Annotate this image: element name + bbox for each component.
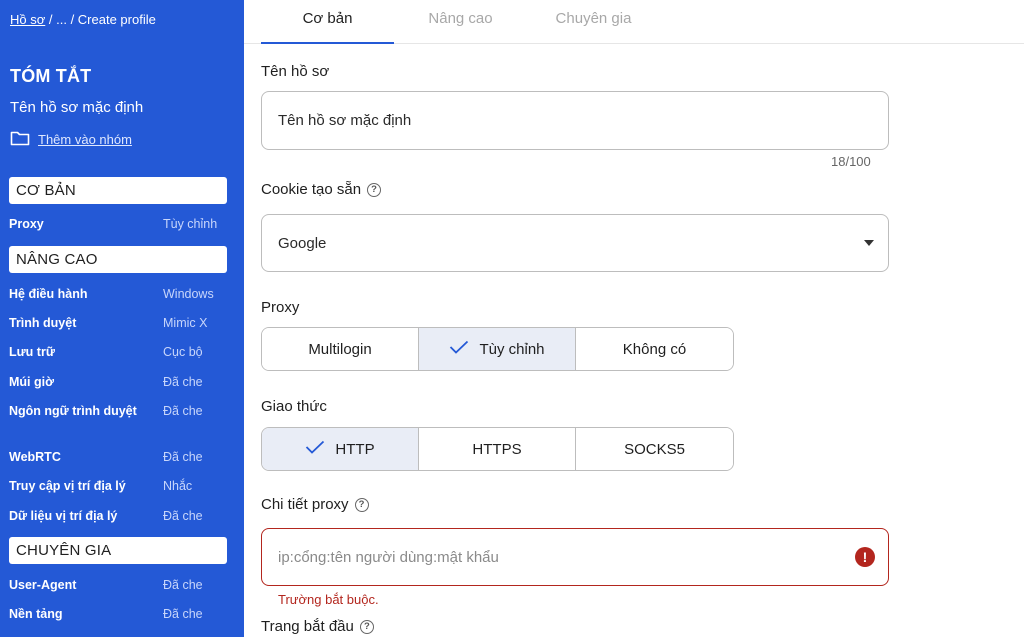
summary-profile-name: Tên hồ sơ mặc định (10, 99, 144, 116)
cookie-selected-value: Google (278, 234, 327, 252)
add-to-group-label: Thêm vào nhóm (38, 132, 132, 147)
error-circle-icon: ! (855, 547, 875, 567)
summary-key: Nền tảng (9, 607, 63, 621)
summary-value: Đã che (163, 404, 203, 418)
tab-advanced[interactable]: Nâng cao (394, 0, 527, 44)
summary-value: Đã che (163, 450, 203, 464)
section-header-advanced: NÂNG CAO (9, 246, 227, 273)
summary-value: Đã che (163, 375, 203, 389)
check-icon (449, 340, 469, 358)
cookie-select[interactable]: Google (261, 214, 889, 272)
caret-down-icon (864, 240, 874, 246)
start-page-label-text: Trang bắt đầu (261, 618, 354, 635)
proxy-details-placeholder: ip:cổng:tên người dùng:mật khẩu (278, 548, 499, 566)
summary-key: Lưu trữ (9, 345, 55, 359)
proxy-details-label-text: Chi tiết proxy (261, 496, 349, 513)
summary-value: Đã che (163, 509, 203, 523)
breadcrumb-current: Create profile (77, 12, 156, 27)
tab-expert[interactable]: Chuyên gia (527, 0, 660, 44)
section-header-expert: CHUYÊN GIA (9, 537, 227, 564)
summary-key: Hệ điều hành (9, 287, 88, 301)
option-label: HTTPS (472, 440, 522, 458)
summary-title: TÓM TẮT (10, 66, 92, 86)
help-icon[interactable]: ? (359, 619, 374, 634)
add-to-group-link[interactable]: Thêm vào nhóm (10, 130, 132, 149)
summary-value: Cục bộ (163, 345, 203, 359)
option-label: Multilogin (308, 340, 372, 358)
proxy-label-text: Proxy (261, 299, 300, 316)
start-page-label: Trang bắt đầu ? (261, 618, 374, 635)
summary-key: Ngôn ngữ trình duyệt (9, 404, 137, 418)
folder-icon (10, 130, 30, 149)
profile-name-counter: 18/100 (831, 154, 871, 169)
cookie-label: Cookie tạo sẵn ? (261, 181, 382, 198)
protocol-option-socks5[interactable]: SOCKS5 (576, 428, 733, 470)
proxy-details-error: Trường bắt buộc. (278, 592, 379, 607)
profile-name-input[interactable]: Tên hồ sơ mặc định (261, 91, 889, 150)
summary-value: Đã che (163, 578, 203, 592)
summary-key: Dữ liệu vị trí địa lý (9, 509, 118, 523)
proxy-segmented-control: Multilogin Tùy chỉnh Không có (261, 327, 734, 371)
profile-name-label: Tên hồ sơ (261, 63, 329, 80)
breadcrumb-home-link[interactable]: Hồ sơ (10, 12, 45, 27)
summary-key: Truy cập vị trí địa lý (9, 479, 126, 493)
tab-basic[interactable]: Cơ bản (261, 0, 394, 44)
protocol-segmented-control: HTTP HTTPS SOCKS5 (261, 427, 734, 471)
summary-key: Trình duyệt (9, 316, 77, 330)
section-header-basic: CƠ BẢN (9, 177, 227, 204)
tab-bar: Cơ bản Nâng cao Chuyên gia (244, 0, 1024, 44)
protocol-label: Giao thức (261, 398, 327, 415)
breadcrumb: Hồ sơ / ... / Create profile (10, 12, 156, 27)
profile-name-value: Tên hồ sơ mặc định (278, 112, 412, 129)
proxy-option-multilogin[interactable]: Multilogin (262, 328, 419, 370)
option-label: HTTP (335, 440, 375, 458)
summary-value: Mimic X (163, 316, 208, 330)
help-icon[interactable]: ? (354, 497, 369, 512)
sidebar: Hồ sơ / ... / Create profile TÓM TẮT Tên… (0, 0, 244, 637)
check-icon (305, 440, 325, 458)
proxy-details-input[interactable]: ip:cổng:tên người dùng:mật khẩu ! (261, 528, 889, 586)
summary-key: Proxy (9, 217, 44, 231)
option-label: SOCKS5 (624, 440, 685, 458)
breadcrumb-separator: / (45, 12, 57, 27)
breadcrumb-separator: / (66, 12, 78, 27)
breadcrumb-ellipsis[interactable]: ... (56, 12, 67, 27)
summary-value: Windows (163, 287, 214, 301)
proxy-label: Proxy (261, 299, 299, 316)
summary-value: Tùy chỉnh (163, 217, 218, 231)
option-label: Tùy chỉnh (479, 340, 545, 358)
profile-name-label-text: Tên hồ sơ (261, 63, 330, 80)
proxy-details-label: Chi tiết proxy ? (261, 496, 369, 513)
proxy-option-none[interactable]: Không có (576, 328, 733, 370)
summary-key: Múi giờ (9, 375, 54, 389)
proxy-option-custom[interactable]: Tùy chỉnh (419, 328, 576, 370)
protocol-label-text: Giao thức (261, 398, 327, 415)
cookie-label-text: Cookie tạo sẵn (261, 181, 362, 198)
summary-value: Đã che (163, 607, 203, 621)
summary-value: Nhắc (163, 479, 193, 493)
summary-key: WebRTC (9, 450, 61, 464)
protocol-option-https[interactable]: HTTPS (419, 428, 576, 470)
summary-key: User-Agent (9, 578, 77, 592)
help-icon[interactable]: ? (367, 182, 382, 197)
option-label: Không có (622, 340, 687, 358)
protocol-option-http[interactable]: HTTP (262, 428, 419, 470)
